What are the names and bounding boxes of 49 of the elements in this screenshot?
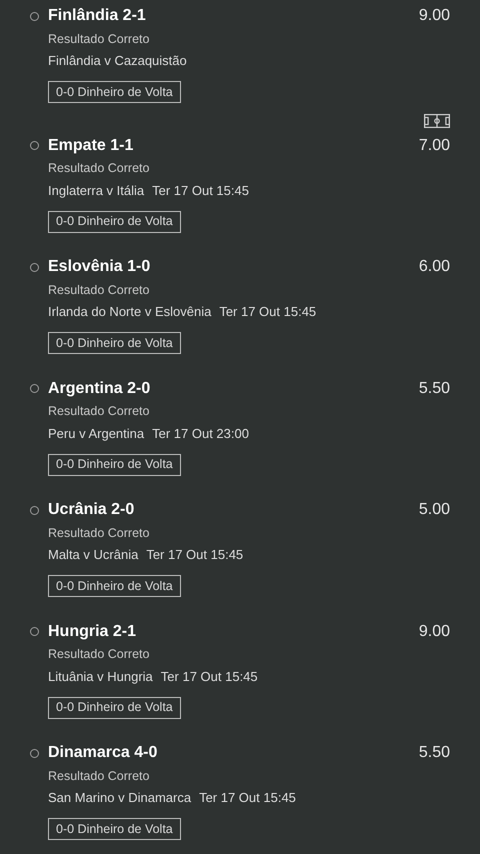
selection-name: Ucrânia 2-0	[48, 500, 134, 520]
selection-name: Eslovênia 1-0	[48, 257, 150, 277]
market-label: Resultado Correto	[48, 30, 150, 48]
market-label: Resultado Correto	[48, 524, 150, 542]
match-label: Inglaterra v Itália	[48, 182, 144, 200]
cashout-tag: 0-0 Dinheiro de Volta	[48, 210, 181, 232]
cashout-tag: 0-0 Dinheiro de Volta	[48, 81, 181, 103]
match-label: Peru v Argentina	[48, 424, 144, 443]
odds[interactable]: 9.00	[418, 620, 450, 644]
cashout-tag: 0-0 Dinheiro de Volta	[48, 332, 181, 354]
selection-name: Finlândia 2-1	[48, 6, 146, 26]
match-label: Irlanda do Norte v Eslovênia	[48, 303, 212, 322]
odds[interactable]: 7.00	[418, 134, 450, 158]
cashout-tag: 0-0 Dinheiro de Volta	[48, 575, 181, 597]
market-label: Resultado Correto	[48, 160, 150, 178]
selection-name: Argentina 2-0	[48, 378, 150, 398]
odds[interactable]: 5.50	[418, 376, 450, 400]
cashout-tag: 0-0 Dinheiro de Volta	[48, 696, 181, 718]
odds[interactable]: 6.00	[418, 255, 450, 279]
radio-button[interactable]	[30, 506, 39, 514]
market-label: Resultado Correto	[48, 282, 150, 299]
match-label: Lituânia v Hungria	[48, 668, 153, 686]
market-label: Resultado Correto	[48, 403, 150, 420]
market-label: Resultado Correto	[48, 646, 150, 664]
football-pitch-icon[interactable]	[424, 114, 450, 128]
match-time: Ter 17 Out 15:45	[160, 668, 258, 686]
radio-button[interactable]	[30, 262, 39, 272]
cashout-tag: 0-0 Dinheiro de Volta	[48, 818, 181, 840]
match-time: Ter 17 Out 23:00	[152, 424, 249, 443]
radio-button[interactable]	[30, 141, 39, 150]
match-time: Ter 17 Out 15:45	[146, 546, 244, 564]
selection-name: Empate 1-1	[48, 136, 134, 156]
selection-name: Dinamarca 4-0	[48, 743, 158, 763]
match-time: Ter 17 Out 15:45	[152, 182, 249, 200]
radio-button[interactable]	[30, 748, 39, 758]
radio-button[interactable]	[30, 12, 39, 20]
odds[interactable]: 5.50	[418, 741, 450, 765]
match-label: San Marino v Dinamarca	[48, 789, 192, 808]
radio-button[interactable]	[30, 384, 39, 393]
match-time: Ter 17 Out 15:45	[219, 303, 316, 322]
odds[interactable]: 5.00	[418, 498, 450, 522]
match-time: Ter 17 Out 15:45	[199, 789, 296, 808]
market-label: Resultado Correto	[48, 768, 150, 785]
match-label: Malta v Ucrânia	[48, 546, 138, 564]
odds[interactable]: 9.00	[418, 4, 450, 28]
cashout-tag: 0-0 Dinheiro de Volta	[48, 454, 181, 476]
radio-button[interactable]	[30, 627, 39, 636]
selection-name: Hungria 2-1	[48, 622, 136, 642]
match-label: Finlândia v Cazaquistão	[48, 52, 187, 70]
